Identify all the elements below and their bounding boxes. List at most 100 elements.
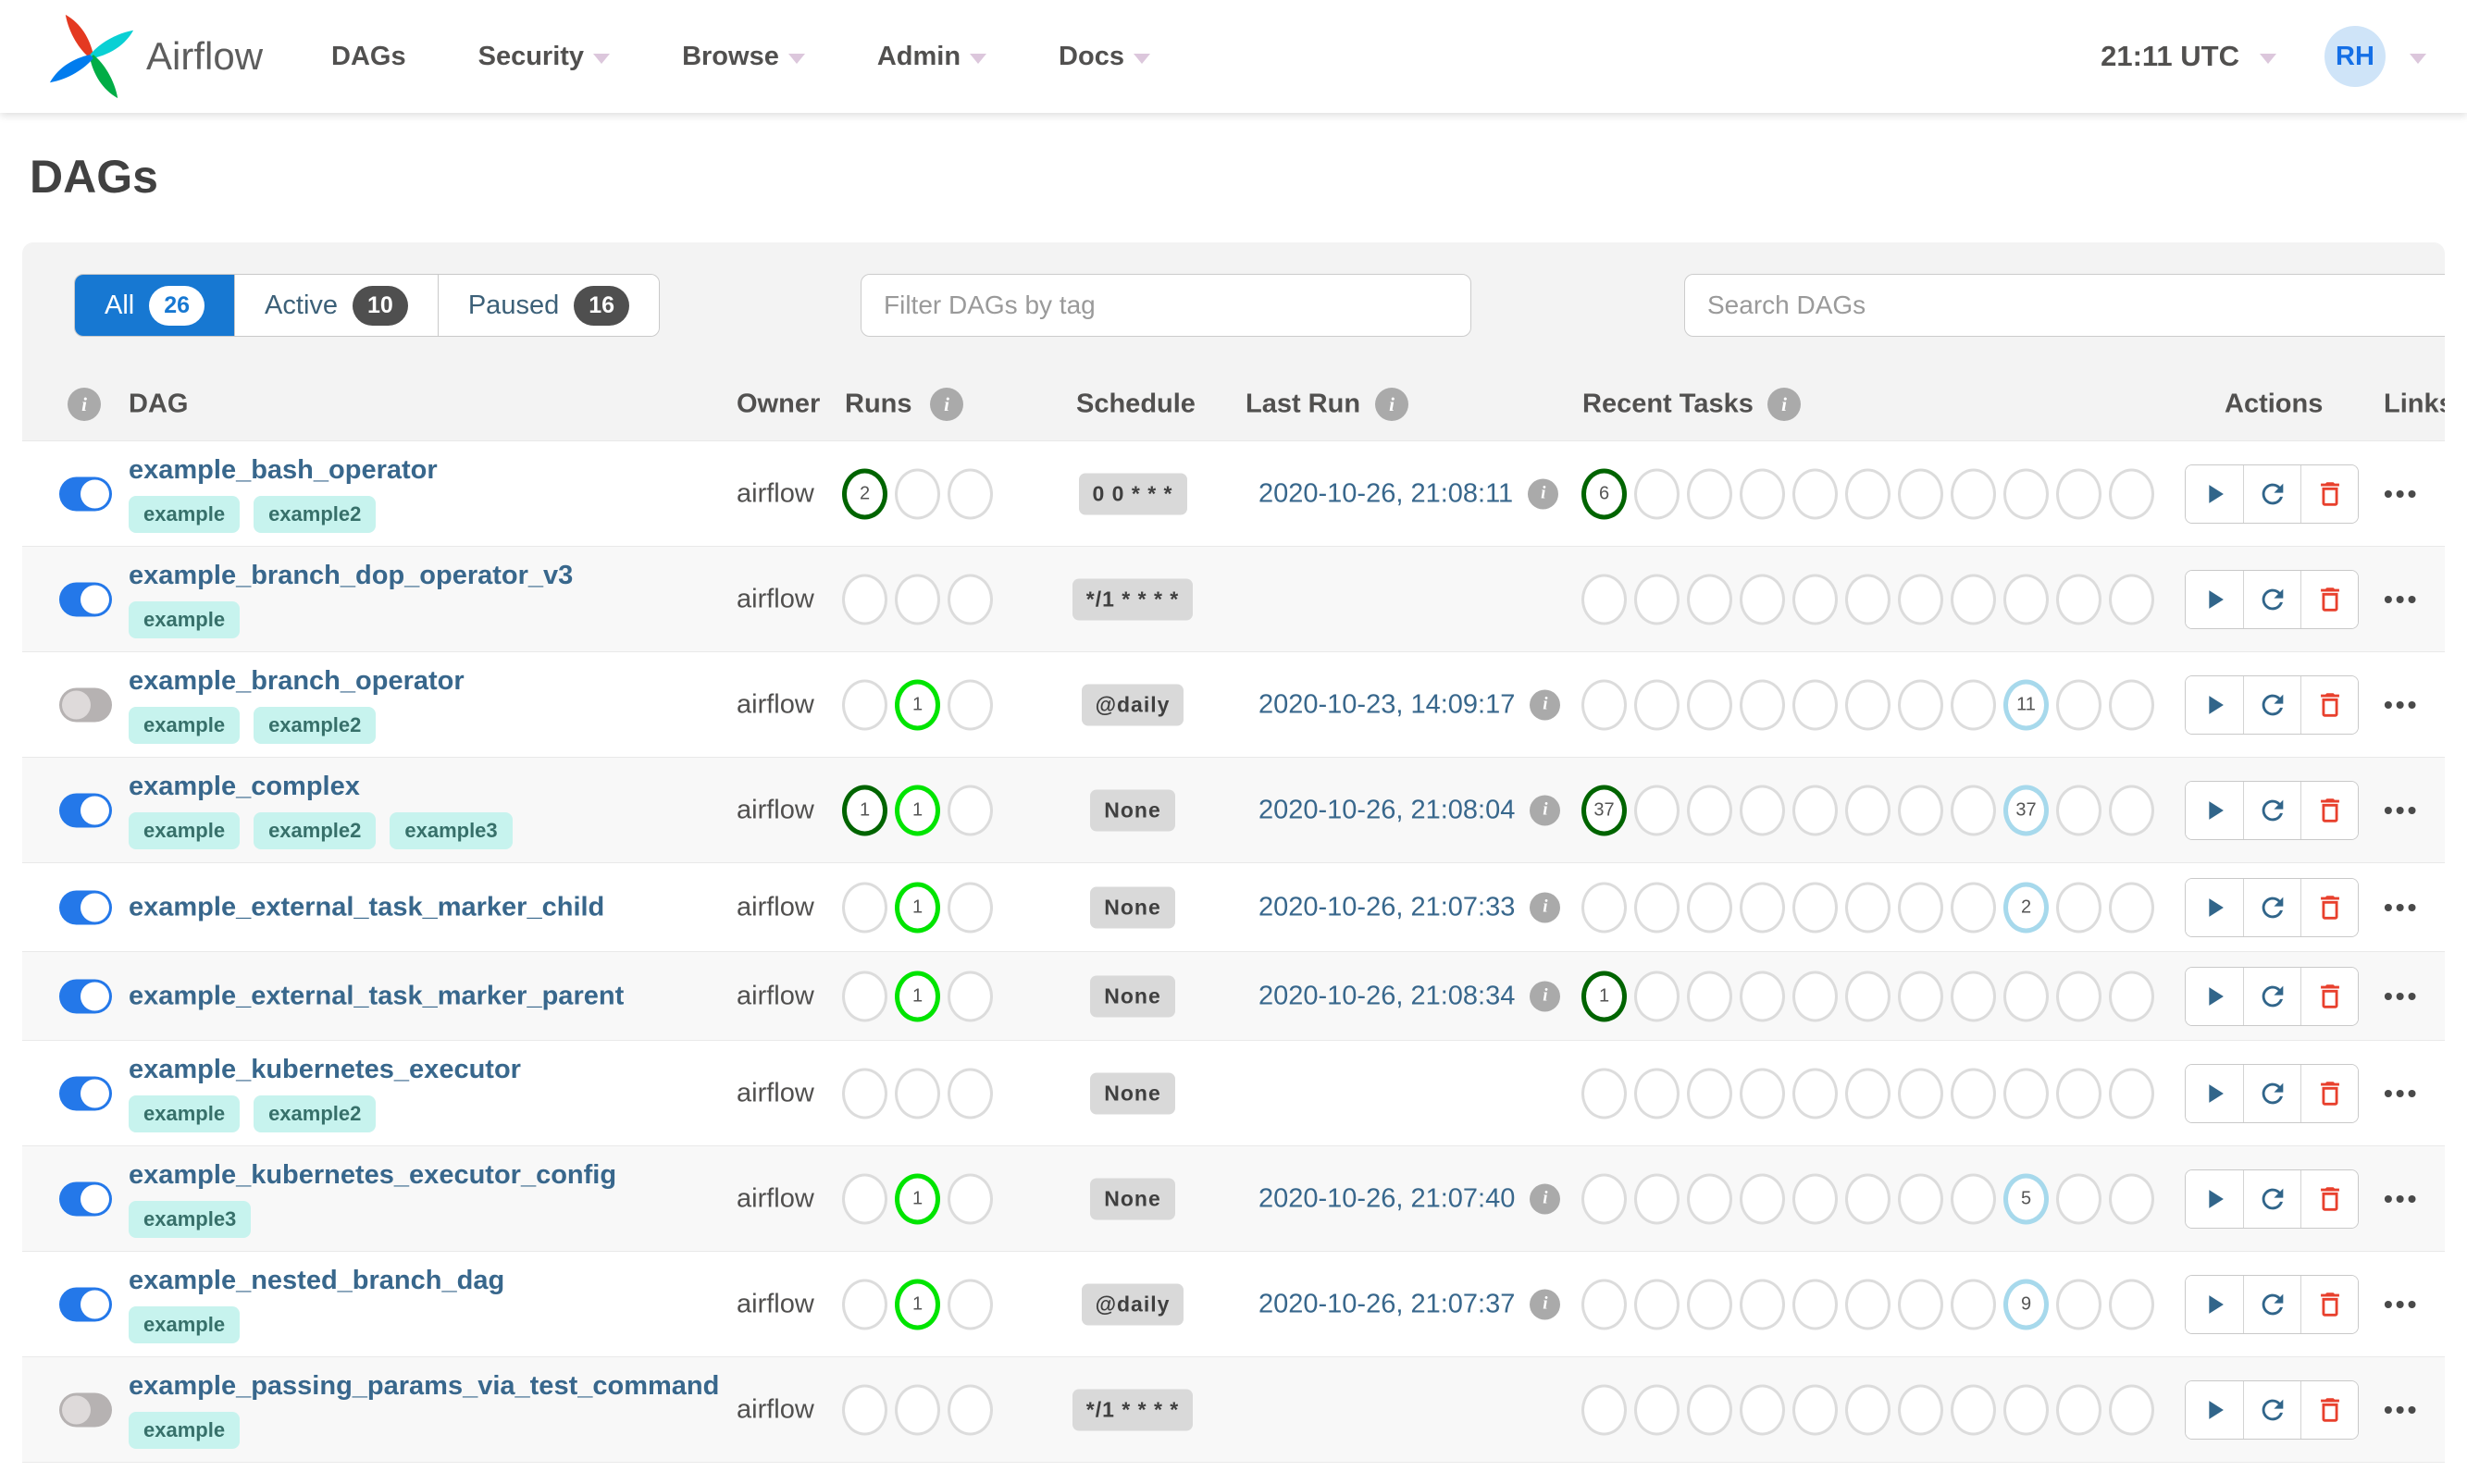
refresh-dag-button[interactable] (2243, 570, 2300, 628)
task-status-circle[interactable] (1951, 785, 1996, 835)
run-status-circle[interactable] (895, 1384, 940, 1435)
dag-pause-toggle[interactable] (59, 582, 112, 616)
task-status-circle[interactable] (1845, 785, 1891, 835)
trigger-dag-button[interactable] (2186, 1169, 2243, 1228)
delete-dag-button[interactable] (2300, 878, 2358, 936)
task-status-circle[interactable] (2056, 971, 2101, 1021)
run-status-circle[interactable] (842, 679, 887, 730)
task-status-circle[interactable] (1845, 971, 1891, 1021)
task-status-circle[interactable] (2109, 785, 2154, 835)
filter-tab-paused[interactable]: Paused 16 (437, 275, 660, 336)
task-status-circle[interactable] (1792, 468, 1838, 519)
schedule-badge[interactable]: @daily (1081, 684, 1184, 725)
last-run-link[interactable]: 2020-10-26, 21:07:37 (1258, 1289, 1515, 1319)
dag-tag[interactable]: example2 (254, 1094, 377, 1132)
task-status-circle[interactable] (2109, 882, 2154, 933)
nav-item-security[interactable]: Security (478, 42, 611, 72)
dag-name-link[interactable]: example_kubernetes_executor_config (129, 1160, 616, 1191)
last-run-link[interactable]: 2020-10-23, 14:09:17 (1258, 689, 1515, 720)
task-status-circle[interactable] (1951, 1384, 1996, 1435)
task-status-circle[interactable] (1898, 1384, 1943, 1435)
task-status-circle[interactable] (1687, 679, 1732, 730)
run-status-circle[interactable] (842, 1068, 887, 1119)
clock-display[interactable]: 21:11 UTC (2101, 40, 2239, 73)
task-status-circle[interactable] (1581, 1279, 1627, 1329)
task-status-circle[interactable] (1740, 1279, 1785, 1329)
task-status-circle[interactable] (1634, 679, 1680, 730)
task-status-circle[interactable]: 2 (2003, 882, 2049, 933)
dag-links-menu[interactable]: ••• (2384, 893, 2419, 922)
schedule-badge[interactable]: None (1090, 1072, 1175, 1114)
task-status-circle[interactable] (1792, 785, 1838, 835)
run-status-circle[interactable] (895, 574, 940, 625)
task-status-circle[interactable] (1951, 679, 1996, 730)
task-status-circle[interactable] (1687, 882, 1732, 933)
delete-dag-button[interactable] (2300, 464, 2358, 523)
task-status-circle[interactable] (1845, 1068, 1891, 1119)
dag-links-menu[interactable]: ••• (2384, 1290, 2419, 1319)
dag-tag[interactable]: example3 (390, 811, 513, 849)
delete-dag-button[interactable] (2300, 967, 2358, 1025)
task-status-circle[interactable] (1898, 1068, 1943, 1119)
task-status-circle[interactable] (2109, 1068, 2154, 1119)
dag-name-link[interactable]: example_branch_operator (129, 666, 465, 697)
run-status-circle[interactable]: 1 (895, 1279, 940, 1329)
task-status-circle[interactable] (1740, 574, 1785, 625)
task-status-circle[interactable] (2109, 679, 2154, 730)
dag-name-link[interactable]: example_kubernetes_executor (129, 1055, 521, 1085)
dag-name-link[interactable]: example_branch_dop_operator_v3 (129, 561, 573, 591)
task-status-circle[interactable] (1792, 679, 1838, 730)
trigger-dag-button[interactable] (2186, 781, 2243, 839)
trigger-dag-button[interactable] (2186, 967, 2243, 1025)
dag-name-link[interactable]: example_complex (129, 772, 360, 802)
task-status-circle[interactable] (1634, 1068, 1680, 1119)
run-status-circle[interactable]: 1 (895, 882, 940, 933)
trigger-dag-button[interactable] (2186, 878, 2243, 936)
dag-links-menu[interactable]: ••• (2384, 1079, 2419, 1108)
task-status-circle[interactable] (1845, 574, 1891, 625)
run-status-circle[interactable]: 1 (842, 785, 887, 835)
task-status-circle[interactable] (1581, 1384, 1627, 1435)
run-status-circle[interactable] (948, 971, 993, 1021)
refresh-dag-button[interactable] (2243, 781, 2300, 839)
task-status-circle[interactable] (1687, 971, 1732, 1021)
last-run-link[interactable]: 2020-10-26, 21:07:40 (1258, 1183, 1515, 1214)
task-status-circle[interactable] (1687, 574, 1732, 625)
dag-pause-toggle[interactable] (59, 476, 112, 511)
nav-item-browse[interactable]: Browse (682, 42, 805, 72)
refresh-dag-button[interactable] (2243, 1380, 2300, 1439)
column-header-last-run[interactable]: Last Run (1246, 390, 1360, 420)
task-status-circle[interactable] (1740, 882, 1785, 933)
run-status-circle[interactable] (948, 1384, 993, 1435)
run-status-circle[interactable] (842, 574, 887, 625)
filter-tab-all[interactable]: All 26 (75, 275, 235, 336)
task-status-circle[interactable] (1898, 785, 1943, 835)
task-status-circle[interactable] (1581, 1068, 1627, 1119)
task-status-circle[interactable] (2003, 468, 2049, 519)
task-status-circle[interactable] (1951, 882, 1996, 933)
task-status-circle[interactable] (1898, 1173, 1943, 1224)
task-status-circle[interactable] (1581, 574, 1627, 625)
task-status-circle[interactable] (1581, 882, 1627, 933)
nav-item-admin[interactable]: Admin (877, 42, 987, 72)
dag-name-link[interactable]: example_bash_operator (129, 455, 438, 486)
tag-filter-input[interactable] (861, 274, 1471, 337)
run-status-circle[interactable] (895, 1068, 940, 1119)
task-status-circle[interactable] (1845, 1384, 1891, 1435)
task-status-circle[interactable] (1792, 1068, 1838, 1119)
task-status-circle[interactable] (1792, 574, 1838, 625)
schedule-badge[interactable]: None (1090, 975, 1175, 1017)
task-status-circle[interactable] (1687, 468, 1732, 519)
schedule-badge[interactable]: */1 * * * * (1072, 578, 1194, 620)
task-status-circle[interactable] (1634, 468, 1680, 519)
task-status-circle[interactable] (1634, 971, 1680, 1021)
task-status-circle[interactable] (2056, 1279, 2101, 1329)
task-status-circle[interactable] (2056, 574, 2101, 625)
column-header-recent-tasks[interactable]: Recent Tasks (1582, 390, 1754, 420)
chevron-down-icon[interactable] (2260, 53, 2276, 64)
run-status-circle[interactable] (842, 1279, 887, 1329)
run-status-circle[interactable]: 1 (895, 785, 940, 835)
task-status-circle[interactable] (2109, 971, 2154, 1021)
task-status-circle[interactable] (1898, 468, 1943, 519)
task-status-circle[interactable] (1581, 679, 1627, 730)
